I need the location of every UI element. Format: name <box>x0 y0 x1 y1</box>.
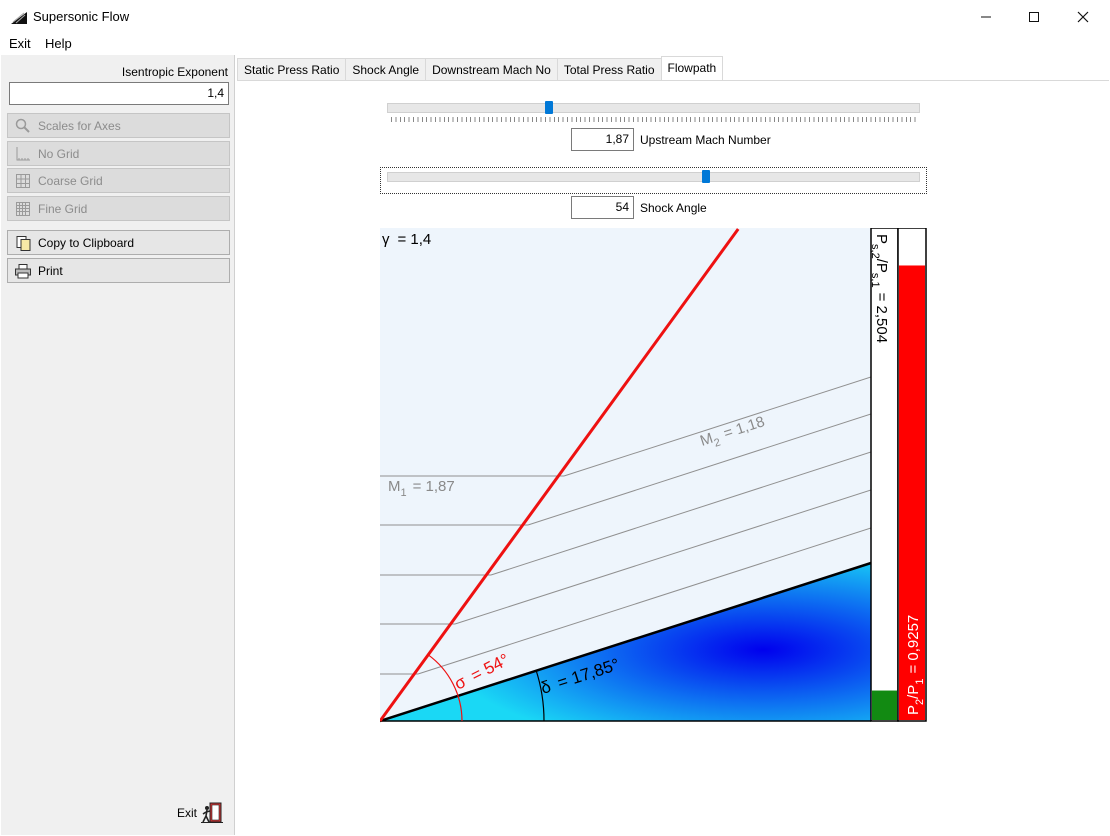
shock-label: Shock Angle <box>640 201 707 215</box>
tab-strip: Static Press Ratio Shock Angle Downstrea… <box>237 56 724 81</box>
tab-total-press-ratio[interactable]: Total Press Ratio <box>556 58 662 81</box>
gamma-symbol: γ <box>382 231 390 248</box>
total-ratio-value: = 0,9257 <box>905 615 922 674</box>
copy-label: Copy to Clipboard <box>38 235 135 250</box>
title-bar: Supersonic Flow <box>0 0 1110 34</box>
clipboard-icon <box>14 235 32 251</box>
no-grid-icon <box>14 146 32 162</box>
fine-grid-label: Fine Grid <box>38 201 88 216</box>
minimize-button[interactable] <box>963 0 1009 34</box>
menu-exit[interactable]: Exit <box>9 36 31 51</box>
m1-subscript: 1 <box>401 487 407 499</box>
close-button[interactable] <box>1060 0 1106 34</box>
gamma-label: γ = 1,4 <box>382 231 431 248</box>
mach-input[interactable]: 1,87 <box>571 128 634 151</box>
shock-input[interactable]: 54 <box>571 196 634 219</box>
tab-static-press-ratio[interactable]: Static Press Ratio <box>237 58 347 81</box>
maximize-button[interactable] <box>1011 0 1057 34</box>
flowpath-plot: γ = 1,4 M1 = 1,87 M2= 1,18 σ= 54° δ = 17,85… <box>380 228 927 723</box>
total-ratio-sep: /P <box>905 685 922 699</box>
static-ratio-sub2: s,1 <box>869 273 881 288</box>
exit-door-icon <box>201 802 224 823</box>
close-icon <box>1077 11 1089 23</box>
shock-slider-thumb[interactable] <box>702 170 711 183</box>
total-ratio-p: P <box>905 705 922 715</box>
static-ratio-bar: Ps,2/Ps,1 = 2,504 <box>869 228 899 722</box>
fine-grid-icon <box>14 201 32 217</box>
coarse-grid-label: Coarse Grid <box>38 173 103 188</box>
sidebar: Isentropic Exponent 1,4 Scales for Axes … <box>1 55 235 835</box>
gamma-value: = 1,4 <box>398 231 432 248</box>
shock-slider[interactable] <box>387 172 920 182</box>
maximize-icon <box>1029 12 1039 22</box>
fine-grid-button[interactable]: Fine Grid <box>7 196 230 221</box>
mach-slider-ticks <box>391 117 917 122</box>
menu-bar: Exit Help <box>0 34 1110 54</box>
printer-icon <box>14 263 32 279</box>
magnifier-icon <box>14 118 32 134</box>
static-ratio-sep: /P <box>873 259 890 273</box>
menu-help[interactable]: Help <box>45 36 72 51</box>
tab-downstream-mach[interactable]: Downstream Mach No <box>425 58 558 81</box>
exit-label: Exit <box>177 806 198 820</box>
coarse-grid-button[interactable]: Coarse Grid <box>7 168 230 193</box>
print-label: Print <box>38 263 63 278</box>
exit-button[interactable]: Exit <box>177 802 224 824</box>
exponent-input[interactable]: 1,4 <box>9 82 229 105</box>
app-icon <box>11 12 27 24</box>
tab-shock-angle[interactable]: Shock Angle <box>345 58 427 81</box>
window-title: Supersonic Flow <box>33 9 130 24</box>
mach-slider[interactable] <box>387 103 920 113</box>
coarse-grid-icon <box>14 173 32 189</box>
total-ratio-bar: P2/P1= 0,9257 <box>897 228 927 722</box>
scales-label: Scales for Axes <box>38 118 121 133</box>
mach-label: Upstream Mach Number <box>640 133 771 147</box>
no-grid-label: No Grid <box>38 146 80 161</box>
copy-clipboard-button[interactable]: Copy to Clipboard <box>7 230 230 255</box>
exponent-label: Isentropic Exponent <box>121 65 228 79</box>
static-ratio-fill <box>872 690 897 720</box>
static-ratio-p: P <box>873 234 890 244</box>
tab-flowpath[interactable]: Flowpath <box>660 56 724 81</box>
m1-symbol: M <box>388 478 401 495</box>
static-ratio-sub1: s,2 <box>869 244 881 259</box>
no-grid-button[interactable]: No Grid <box>7 141 230 166</box>
print-button[interactable]: Print <box>7 258 230 283</box>
total-ratio-sub2: 1 <box>914 679 926 685</box>
mach-slider-thumb[interactable] <box>545 101 554 114</box>
m1-value: = 1,87 <box>413 478 455 495</box>
minimize-icon <box>981 16 991 18</box>
static-ratio-value: = 2,504 <box>873 293 890 343</box>
scales-button[interactable]: Scales for Axes <box>7 113 230 138</box>
